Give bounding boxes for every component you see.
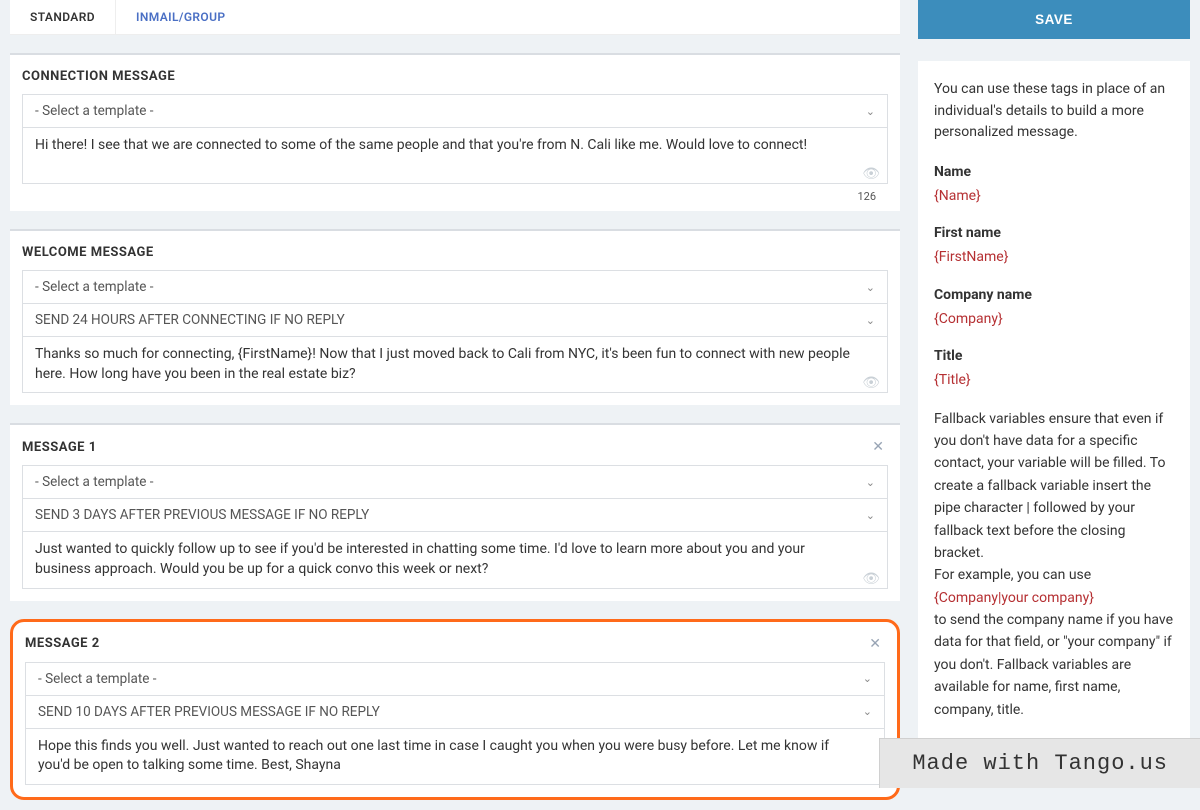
tag-token-firstname: {FirstName} (934, 247, 1174, 269)
tag-label-name: Name (934, 162, 1174, 184)
help-panel: You can use these tags in place of an in… (918, 61, 1190, 739)
tag-label-company: Company name (934, 285, 1174, 307)
eye-icon: 👁 (862, 571, 880, 587)
select-label: - Select a template - (35, 279, 866, 295)
message-1-body-input[interactable] (22, 532, 888, 588)
timing-select[interactable]: SEND 24 HOURS AFTER CONNECTING IF NO REP… (22, 304, 888, 337)
select-label: SEND 3 DAYS AFTER PREVIOUS MESSAGE IF NO… (35, 507, 866, 523)
timing-select[interactable]: SEND 3 DAYS AFTER PREVIOUS MESSAGE IF NO… (22, 499, 888, 532)
select-label: SEND 24 HOURS AFTER CONNECTING IF NO REP… (35, 312, 866, 328)
tab-inmail-group[interactable]: INMAIL/GROUP (116, 0, 246, 34)
close-icon[interactable]: ✕ (868, 439, 888, 455)
chevron-down-icon: ⌄ (866, 509, 875, 522)
tag-label-title: Title (934, 346, 1174, 368)
eye-icon: 👁 (862, 375, 880, 391)
template-select[interactable]: - Select a template - ⌄ (22, 94, 888, 128)
template-select[interactable]: - Select a template - ⌄ (22, 465, 888, 499)
chevron-down-icon: ⌄ (866, 314, 875, 327)
select-label: - Select a template - (35, 103, 866, 119)
save-button[interactable]: SAVE (918, 0, 1190, 39)
chevron-down-icon: ⌄ (866, 281, 875, 294)
chevron-down-icon: ⌄ (866, 476, 875, 489)
chevron-down-icon: ⌄ (863, 705, 872, 718)
section-welcome-message: WELCOME MESSAGE - Select a template - ⌄ … (10, 229, 900, 405)
section-message-1: MESSAGE 1 ✕ - Select a template - ⌄ SEND… (10, 423, 900, 600)
close-icon[interactable]: ✕ (865, 636, 885, 652)
chevron-down-icon: ⌄ (863, 672, 872, 685)
section-message-2: MESSAGE 2 ✕ - Select a template - ⌄ SEND… (10, 619, 900, 800)
section-title: WELCOME MESSAGE (22, 245, 154, 260)
help-intro: You can use these tags in place of an in… (934, 79, 1174, 144)
watermark: Made with Tango.us (879, 738, 1200, 788)
chevron-down-icon: ⌄ (866, 105, 875, 118)
welcome-body-input[interactable] (22, 337, 888, 393)
tabs-bar: STANDARD INMAIL/GROUP (10, 0, 900, 35)
tag-token-title: {Title} (934, 370, 1174, 392)
eye-icon: 👁 (862, 166, 880, 182)
select-label: - Select a template - (35, 474, 866, 490)
tag-token-name: {Name} (934, 186, 1174, 208)
template-select[interactable]: - Select a template - ⌄ (22, 270, 888, 304)
fallback-token: {Company|your company} (934, 587, 1174, 609)
tab-standard[interactable]: STANDARD (10, 0, 116, 34)
template-select[interactable]: - Select a template - ⌄ (25, 662, 885, 696)
char-counter: 126 (22, 188, 888, 203)
section-title: CONNECTION MESSAGE (22, 69, 175, 84)
select-label: - Select a template - (38, 671, 863, 687)
connection-body-input[interactable] (22, 128, 888, 184)
section-title: MESSAGE 1 (22, 440, 97, 455)
message-2-body-input[interactable] (25, 729, 885, 785)
section-connection-message: CONNECTION MESSAGE - Select a template -… (10, 53, 900, 211)
fallback-p2a: For example, you can use (934, 564, 1174, 586)
timing-select[interactable]: SEND 10 DAYS AFTER PREVIOUS MESSAGE IF N… (25, 696, 885, 729)
section-title: MESSAGE 2 (25, 636, 100, 651)
tag-token-company: {Company} (934, 309, 1174, 331)
select-label: SEND 10 DAYS AFTER PREVIOUS MESSAGE IF N… (38, 704, 863, 720)
fallback-p2b: to send the company name if you have dat… (934, 609, 1174, 721)
fallback-p1: Fallback variables ensure that even if y… (934, 408, 1174, 565)
tag-label-firstname: First name (934, 223, 1174, 245)
